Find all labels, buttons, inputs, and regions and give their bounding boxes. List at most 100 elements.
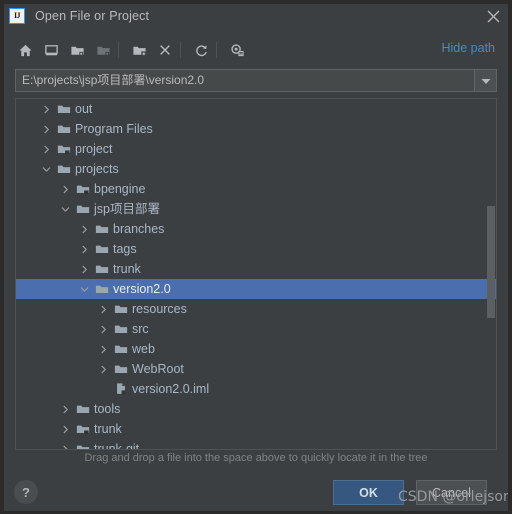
path-dropdown-button[interactable] — [475, 69, 497, 92]
window-frame-left — [0, 0, 4, 514]
chevron-right-icon[interactable] — [59, 439, 71, 449]
chevron-right-icon[interactable] — [40, 99, 52, 119]
tree-row-label: tools — [94, 402, 121, 416]
tree-row[interactable]: projects — [16, 159, 496, 179]
chevron-right-icon[interactable] — [97, 359, 109, 379]
folder-icon — [113, 339, 129, 359]
toolbar-separator — [118, 42, 119, 58]
folder-icon — [94, 219, 110, 239]
file-tree[interactable]: out Program Files project projects bpengine j… — [15, 98, 497, 450]
file-tree-rows: out Program Files project projects bpengine j… — [16, 99, 496, 450]
tree-row[interactable]: jsp项目部署 — [16, 199, 496, 219]
tree-row[interactable]: branches — [16, 219, 496, 239]
tree-row-label: tags — [113, 242, 137, 256]
tree-row-label: trunk-git — [94, 442, 140, 450]
chevron-right-icon[interactable] — [97, 319, 109, 339]
show-hidden-icon[interactable] — [226, 38, 248, 62]
tree-scrollbar[interactable] — [486, 99, 496, 449]
folder-icon — [94, 279, 110, 299]
tree-row[interactable]: version2.0 — [16, 279, 496, 299]
tree-row-label: branches — [113, 222, 165, 236]
folder-module-icon — [75, 419, 91, 439]
tree-row[interactable]: web — [16, 339, 496, 359]
tree-row-label: jsp项目部署 — [94, 202, 160, 216]
hide-path-link[interactable]: Hide path — [441, 41, 495, 55]
tree-row-label: resources — [132, 302, 187, 316]
tree-row[interactable]: tools — [16, 399, 496, 419]
chevron-right-icon[interactable] — [59, 179, 71, 199]
folder-icon — [94, 239, 110, 259]
chevron-right-icon[interactable] — [40, 119, 52, 139]
toolbar-separator — [180, 42, 181, 58]
folder-icon — [113, 319, 129, 339]
desktop-icon[interactable] — [40, 38, 62, 62]
title-bar: IJ Open File or Project — [0, 0, 512, 32]
tree-row[interactable]: trunk — [16, 259, 496, 279]
chevron-right-icon[interactable] — [78, 259, 90, 279]
window-frame-top — [0, 0, 512, 4]
tree-row-label: bpengine — [94, 182, 146, 196]
tree-row-label: project — [75, 142, 113, 156]
chevron-down-icon[interactable] — [40, 159, 52, 179]
chevron-right-icon[interactable] — [97, 299, 109, 319]
folder-module-icon — [75, 439, 91, 449]
tree-row[interactable]: tags — [16, 239, 496, 259]
tree-row[interactable]: resources — [16, 299, 496, 319]
window-frame-right — [508, 0, 512, 514]
intellij-logo-icon: IJ — [9, 8, 25, 24]
chevron-down-icon[interactable] — [78, 279, 90, 299]
chevron-right-icon[interactable] — [97, 339, 109, 359]
chevron-right-icon[interactable] — [59, 419, 71, 439]
chevron-right-icon[interactable] — [78, 239, 90, 259]
new-folder-icon[interactable] — [128, 38, 150, 62]
tree-row-label: web — [132, 342, 155, 356]
tree-row-label: projects — [75, 162, 119, 176]
tree-row-label: Program Files — [75, 122, 153, 136]
folder-module-icon — [75, 179, 91, 199]
tree-row[interactable]: bpengine — [16, 179, 496, 199]
tree-row[interactable]: version2.0.iml — [16, 379, 496, 399]
chevron-right-icon[interactable] — [59, 399, 71, 419]
tree-row-label: trunk — [94, 422, 122, 436]
tree-row[interactable]: src — [16, 319, 496, 339]
tree-row[interactable]: out — [16, 99, 496, 119]
ok-button[interactable]: OK — [333, 480, 404, 505]
tree-row[interactable]: Program Files — [16, 119, 496, 139]
tree-row[interactable]: trunk-git — [16, 439, 496, 450]
path-row: E:\projects\jsp项目部署\version2.0 — [15, 69, 497, 92]
home-icon[interactable] — [14, 38, 36, 62]
tree-row-label: version2.0 — [113, 282, 171, 296]
up-folder-icon[interactable] — [92, 38, 114, 62]
chevron-down-icon — [481, 72, 491, 90]
tree-scrollbar-thumb[interactable] — [487, 206, 495, 318]
tree-row-label: trunk — [113, 262, 141, 276]
open-file-or-project-dialog: IJ Open File or Project Hide path E:\pro… — [0, 0, 512, 514]
tree-row[interactable]: WebRoot — [16, 359, 496, 379]
chevron-right-icon[interactable] — [40, 139, 52, 159]
delete-icon[interactable] — [154, 38, 176, 62]
refresh-icon[interactable] — [190, 38, 212, 62]
tree-row-label: WebRoot — [132, 362, 184, 376]
folder-icon — [113, 299, 129, 319]
folder-module-icon — [56, 139, 72, 159]
project-folder-icon[interactable] — [66, 38, 88, 62]
help-button[interactable]: ? — [14, 480, 38, 504]
folder-icon — [113, 359, 129, 379]
path-input[interactable]: E:\projects\jsp项目部署\version2.0 — [15, 69, 475, 92]
chevron-down-icon[interactable] — [59, 199, 71, 219]
close-icon[interactable] — [482, 6, 504, 26]
folder-icon — [56, 99, 72, 119]
tree-row[interactable]: project — [16, 139, 496, 159]
chevron-right-icon[interactable] — [78, 219, 90, 239]
toolbar-separator — [216, 42, 217, 58]
tree-row-label: out — [75, 102, 93, 116]
folder-icon — [75, 199, 91, 219]
folder-icon — [56, 159, 72, 179]
logo-label: IJ — [13, 11, 21, 20]
folder-icon — [94, 259, 110, 279]
dialog-title: Open File or Project — [35, 9, 150, 23]
tree-row[interactable]: trunk — [16, 419, 496, 439]
folder-icon — [56, 119, 72, 139]
cancel-button[interactable]: Cancel — [416, 480, 487, 505]
